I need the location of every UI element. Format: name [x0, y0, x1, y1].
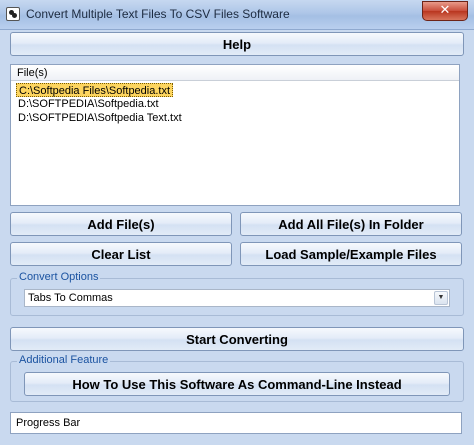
- file-list[interactable]: File(s) C:\Softpedia Files\Softpedia.txt…: [10, 64, 460, 206]
- chevron-down-icon[interactable]: ▼: [434, 291, 448, 305]
- convert-options-select[interactable]: Tabs To Commas ▼: [24, 289, 450, 307]
- add-files-button[interactable]: Add File(s): [10, 212, 232, 236]
- app-icon: [6, 7, 20, 21]
- help-button[interactable]: Help: [10, 32, 464, 56]
- command-line-help-button[interactable]: How To Use This Software As Command-Line…: [24, 372, 450, 396]
- load-sample-files-button[interactable]: Load Sample/Example Files: [240, 242, 462, 266]
- additional-feature-label: Additional Feature: [17, 354, 111, 366]
- add-all-files-in-folder-button[interactable]: Add All File(s) In Folder: [240, 212, 462, 236]
- convert-options-label: Convert Options: [17, 271, 101, 283]
- file-list-item[interactable]: C:\Softpedia Files\Softpedia.txt: [16, 83, 174, 97]
- start-converting-button[interactable]: Start Converting: [10, 327, 464, 351]
- file-list-header: File(s): [11, 65, 459, 81]
- file-list-item[interactable]: D:\SOFTPEDIA\Softpedia.txt: [16, 97, 161, 111]
- title-bar[interactable]: Convert Multiple Text Files To CSV Files…: [0, 0, 474, 30]
- close-button[interactable]: ✕: [422, 1, 468, 21]
- window-title: Convert Multiple Text Files To CSV Files…: [26, 7, 290, 21]
- convert-options-selected-value: Tabs To Commas: [28, 292, 113, 304]
- app-window: Convert Multiple Text Files To CSV Files…: [0, 0, 474, 445]
- clear-list-button[interactable]: Clear List: [10, 242, 232, 266]
- file-list-item[interactable]: D:\SOFTPEDIA\Softpedia Text.txt: [16, 111, 184, 125]
- progress-bar: Progress Bar: [10, 412, 462, 434]
